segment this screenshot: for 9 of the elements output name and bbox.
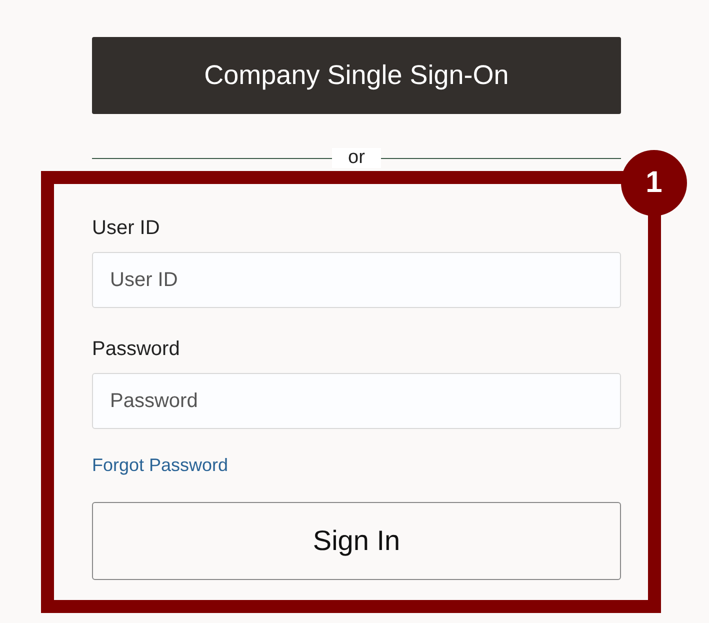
forgot-password-link[interactable]: Forgot Password [92, 455, 228, 476]
annotation-badge: 1 [621, 150, 687, 216]
sign-in-button[interactable]: Sign In [92, 502, 621, 580]
input-field[interactable]: User ID [92, 252, 621, 308]
field-label: User ID [92, 217, 161, 240]
field-label: Password [92, 338, 181, 361]
sso-button[interactable]: Company Single Sign-On [92, 37, 621, 114]
divider-label: or [332, 148, 381, 168]
input-field[interactable]: Password [92, 373, 621, 429]
